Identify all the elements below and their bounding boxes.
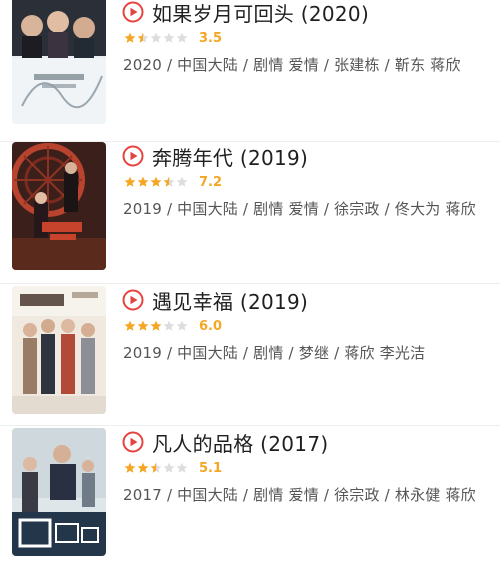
item-title[interactable]: 凡人的品格 (2017)	[152, 428, 328, 457]
poster-image[interactable]	[12, 286, 106, 414]
star-empty-icon	[176, 320, 188, 332]
star-filled-icon	[124, 32, 136, 44]
star-filled-icon	[124, 320, 136, 332]
rating-score: 3.5	[199, 30, 223, 46]
star-filled-icon	[137, 320, 149, 332]
title-row[interactable]: 如果岁月可回头 (2020)	[122, 0, 369, 26]
list-item[interactable]: 如果岁月可回头 (2020) 3.5 2020 / 中国大陆 / 剧情 爱情 /…	[0, 0, 500, 142]
star-filled-icon	[124, 176, 136, 188]
item-title[interactable]: 奔腾年代 (2019)	[152, 142, 308, 171]
star-empty-icon	[163, 462, 175, 474]
play-circle-icon[interactable]	[122, 289, 144, 311]
play-circle-icon[interactable]	[122, 431, 144, 453]
rating-row: 7.2	[124, 173, 222, 191]
star-filled-icon	[137, 176, 149, 188]
list-item[interactable]: 凡人的品格 (2017) 5.1 2017 / 中国大陆 / 剧情 爱情 / 徐…	[0, 426, 500, 564]
item-title[interactable]: 如果岁月可回头 (2020)	[152, 0, 369, 27]
star-empty-icon	[176, 462, 188, 474]
star-empty-icon	[176, 176, 188, 188]
item-meta: 2019 / 中国大陆 / 剧情 / 梦继 / 蒋欣 李光洁	[123, 344, 426, 362]
star-half-icon	[150, 462, 162, 474]
rating-row: 6.0	[124, 317, 222, 335]
poster-image[interactable]	[12, 428, 106, 556]
title-row[interactable]: 凡人的品格 (2017)	[122, 428, 328, 456]
list-item[interactable]: 奔腾年代 (2019) 7.2 2019 / 中国大陆 / 剧情 爱情 / 徐宗…	[0, 142, 500, 284]
star-half-icon	[137, 32, 149, 44]
movie-list: 如果岁月可回头 (2020) 3.5 2020 / 中国大陆 / 剧情 爱情 /…	[0, 0, 500, 564]
item-meta: 2020 / 中国大陆 / 剧情 爱情 / 张建栋 / 靳东 蒋欣	[123, 56, 461, 74]
title-row[interactable]: 奔腾年代 (2019)	[122, 142, 308, 170]
star-empty-icon	[150, 32, 162, 44]
rating-row: 5.1	[124, 459, 222, 477]
star-filled-icon	[124, 462, 136, 474]
star-empty-icon	[176, 32, 188, 44]
star-filled-icon	[150, 176, 162, 188]
rating-score: 6.0	[199, 318, 223, 334]
star-rating	[124, 320, 189, 332]
play-circle-icon[interactable]	[122, 145, 144, 167]
star-filled-icon	[150, 320, 162, 332]
star-empty-icon	[163, 320, 175, 332]
star-empty-icon	[163, 32, 175, 44]
rating-score: 7.2	[199, 174, 223, 190]
poster-image[interactable]	[12, 142, 106, 270]
list-item[interactable]: 遇见幸福 (2019) 6.0 2019 / 中国大陆 / 剧情 / 梦继 / …	[0, 284, 500, 426]
play-circle-icon[interactable]	[122, 1, 144, 23]
rating-row: 3.5	[124, 29, 222, 47]
poster-image[interactable]	[12, 0, 106, 124]
title-row[interactable]: 遇见幸福 (2019)	[122, 286, 308, 314]
star-rating	[124, 32, 189, 44]
star-half-icon	[163, 176, 175, 188]
rating-score: 5.1	[199, 460, 223, 476]
item-meta: 2017 / 中国大陆 / 剧情 爱情 / 徐宗政 / 林永健 蒋欣	[123, 486, 476, 504]
star-rating	[124, 462, 189, 474]
star-rating	[124, 176, 189, 188]
star-filled-icon	[137, 462, 149, 474]
item-title[interactable]: 遇见幸福 (2019)	[152, 286, 308, 315]
item-meta: 2019 / 中国大陆 / 剧情 爱情 / 徐宗政 / 佟大为 蒋欣	[123, 200, 476, 218]
